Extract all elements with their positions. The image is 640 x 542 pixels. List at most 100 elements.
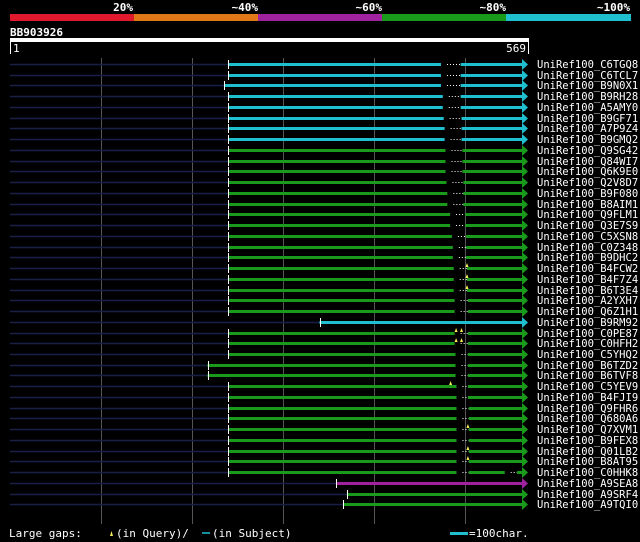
alignment-chart: 20% ~40% ~60% ~80% ~100% BB903926 1 569 … — [0, 0, 640, 542]
scale-bar-segment — [258, 14, 382, 21]
gaps-query-text: (in Query)/ — [116, 527, 189, 540]
alignment-bar — [462, 170, 522, 173]
query-start-label: 1 — [13, 42, 20, 55]
alignment-bar — [463, 181, 522, 184]
alignment-bar — [460, 106, 522, 109]
scale-label-60: ~60% — [356, 1, 383, 14]
alignment-bar — [223, 84, 441, 87]
query-line — [10, 38, 529, 42]
alignment-bar — [462, 160, 522, 163]
alignment-bar — [228, 278, 454, 281]
alignment-bar — [461, 138, 522, 141]
alignment-bar — [468, 407, 522, 410]
scale-bar-segment — [382, 14, 506, 21]
alignment-bar — [228, 138, 445, 141]
alignment-bar — [228, 95, 443, 98]
alignment-bar — [461, 117, 522, 120]
alignment-bar — [467, 364, 522, 367]
alignment-bar — [228, 203, 448, 206]
alignment-bar — [228, 471, 457, 474]
alignment-bar — [228, 224, 451, 227]
alignment-bar — [228, 213, 451, 216]
alignment-bar — [228, 106, 443, 109]
alignment-bar — [228, 428, 457, 431]
alignment-bar — [207, 364, 456, 367]
query-end-label: 569 — [506, 42, 526, 55]
alignment-bar — [228, 256, 453, 259]
alignment-bar — [468, 460, 522, 463]
alignment-bar — [228, 192, 448, 195]
alignment-bar — [467, 289, 522, 292]
alignment-bar — [228, 235, 452, 238]
alignment-bar — [460, 84, 522, 87]
alignment-bar — [463, 192, 522, 195]
alignment-bar — [465, 213, 522, 216]
alignment-bar — [468, 450, 522, 453]
alignment-bar — [466, 235, 522, 238]
alignment-bar — [465, 224, 522, 227]
alignment-bar — [228, 63, 441, 66]
alignment-bar — [228, 127, 445, 130]
gaps-prefix: Large gaps: — [9, 527, 82, 540]
alignment-bar — [228, 117, 444, 120]
alignment-bar — [228, 460, 457, 463]
alignment-bar — [343, 503, 522, 506]
alignment-bar — [228, 417, 457, 420]
alignment-label[interactable]: UniRef100_A9TQI0 — [537, 499, 638, 511]
alignment-bar — [467, 374, 522, 377]
alignment-bar — [207, 374, 456, 377]
alignment-bar — [228, 342, 455, 345]
alignment-bar — [460, 63, 522, 66]
alignment-bar — [467, 267, 522, 270]
alignment-bar — [228, 267, 454, 270]
alignment-bar — [460, 95, 522, 98]
alignment-bar — [467, 342, 522, 345]
alignment-bar — [319, 321, 522, 324]
scale-legend-bar — [450, 532, 468, 535]
alignment-bar — [335, 482, 522, 485]
scale-label-80: ~80% — [480, 1, 507, 14]
alignment-bar — [228, 149, 446, 152]
scale-bar-segment — [506, 14, 631, 21]
alignment-bar — [468, 471, 505, 474]
query-id: BB903926 — [10, 26, 63, 39]
alignment-bar — [228, 396, 457, 399]
alignment-bar — [228, 332, 455, 335]
alignment-bar — [346, 493, 522, 496]
gaps-subject-text: (in Subject) — [212, 527, 291, 540]
alignment-bar — [228, 170, 446, 173]
alignment-bar — [228, 450, 457, 453]
alignment-bar — [461, 127, 522, 130]
scale-bar-segment — [134, 14, 258, 21]
alignment-bar — [228, 181, 447, 184]
alignment-bar — [228, 289, 454, 292]
alignment-bar — [228, 74, 441, 77]
alignment-bar — [467, 385, 522, 388]
alignment-bar — [228, 299, 455, 302]
alignment-bar — [228, 439, 457, 442]
alignment-bar — [467, 310, 522, 313]
scale-legend-text: =100char. — [469, 527, 529, 540]
alignment-bar — [467, 278, 522, 281]
scale-label-100: ~100% — [597, 1, 630, 14]
alignment-bar — [460, 74, 522, 77]
alignment-bar — [467, 332, 522, 335]
scale-label-20: 20% — [113, 1, 133, 14]
scale-bar-segment — [10, 14, 134, 21]
alignment-bar — [228, 385, 457, 388]
alignment-bar — [468, 417, 522, 420]
alignment-bar — [228, 160, 446, 163]
alignment-bar — [466, 256, 522, 259]
alignment-bar — [228, 246, 453, 249]
alignment-bar — [517, 471, 522, 474]
alignment-bar — [466, 246, 522, 249]
alignment-bar — [228, 310, 455, 313]
alignment-bar — [467, 396, 522, 399]
alignment-bar — [463, 203, 522, 206]
alignment-bar — [467, 299, 522, 302]
alignment-bar — [228, 353, 456, 356]
alignment-bar — [468, 428, 522, 431]
alignment-bar — [467, 353, 522, 356]
alignment-bar — [228, 407, 457, 410]
scale-label-40: ~40% — [232, 1, 259, 14]
